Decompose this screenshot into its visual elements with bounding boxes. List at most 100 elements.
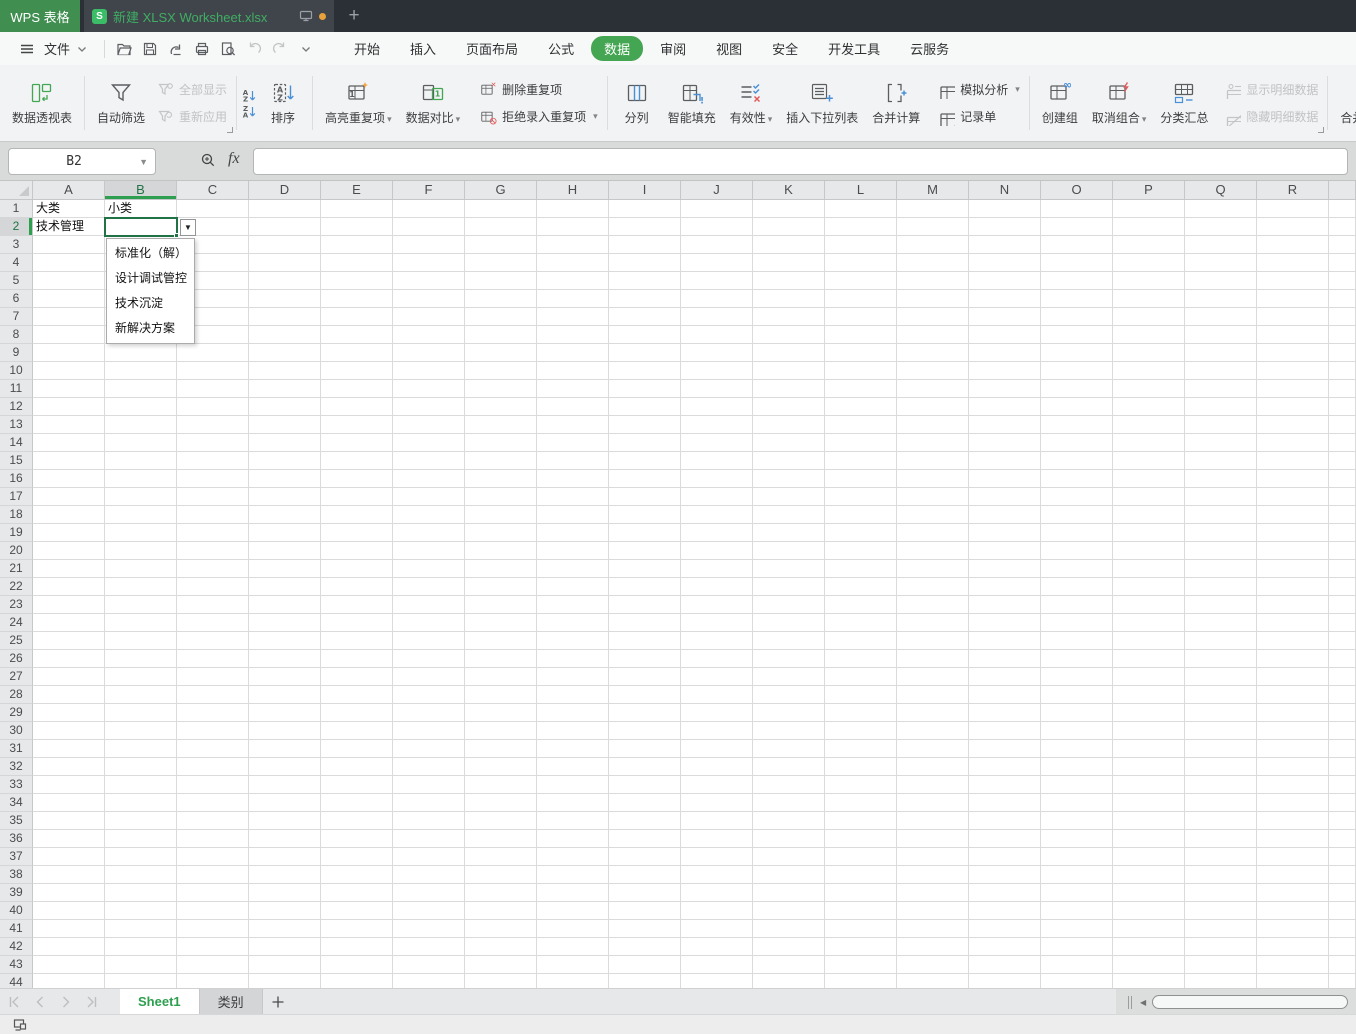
- cell-partial[interactable]: [1329, 866, 1356, 884]
- cell-E15[interactable]: [321, 452, 393, 470]
- cell-N21[interactable]: [969, 560, 1041, 578]
- cell-J10[interactable]: [681, 362, 753, 380]
- cell-partial[interactable]: [1329, 200, 1356, 218]
- cell-A36[interactable]: [33, 830, 105, 848]
- cell-F24[interactable]: [393, 614, 465, 632]
- cell-A41[interactable]: [33, 920, 105, 938]
- row-header-9[interactable]: 9: [0, 344, 33, 362]
- cell-K32[interactable]: [753, 758, 825, 776]
- cell-G13[interactable]: [465, 416, 537, 434]
- column-header-M[interactable]: M: [897, 181, 969, 200]
- cell-A22[interactable]: [33, 578, 105, 596]
- cell-C41[interactable]: [177, 920, 249, 938]
- cell-M43[interactable]: [897, 956, 969, 974]
- cell-L12[interactable]: [825, 398, 897, 416]
- cell-C29[interactable]: [177, 704, 249, 722]
- cell-Q25[interactable]: [1185, 632, 1257, 650]
- cell-P3[interactable]: [1113, 236, 1185, 254]
- cell-I32[interactable]: [609, 758, 681, 776]
- cell-K9[interactable]: [753, 344, 825, 362]
- cell-F18[interactable]: [393, 506, 465, 524]
- column-header-K[interactable]: K: [753, 181, 825, 200]
- cell-L34[interactable]: [825, 794, 897, 812]
- first-sheet-icon[interactable]: [6, 994, 22, 1010]
- cell-O24[interactable]: [1041, 614, 1113, 632]
- cell-P13[interactable]: [1113, 416, 1185, 434]
- cell-partial[interactable]: [1329, 470, 1356, 488]
- cell-B24[interactable]: [105, 614, 177, 632]
- cell-H5[interactable]: [537, 272, 609, 290]
- cell-P16[interactable]: [1113, 470, 1185, 488]
- cell-partial[interactable]: [1329, 776, 1356, 794]
- cell-M10[interactable]: [897, 362, 969, 380]
- cell-A16[interactable]: [33, 470, 105, 488]
- validation-button[interactable]: 有效性 ▾: [723, 76, 780, 130]
- cell-Q34[interactable]: [1185, 794, 1257, 812]
- cell-L30[interactable]: [825, 722, 897, 740]
- cell-partial[interactable]: [1329, 758, 1356, 776]
- cell-C25[interactable]: [177, 632, 249, 650]
- cell-C39[interactable]: [177, 884, 249, 902]
- highlight-duplicates-button[interactable]: 1 高亮重复项 ▾: [318, 76, 399, 130]
- cell-O21[interactable]: [1041, 560, 1113, 578]
- cell-D39[interactable]: [249, 884, 321, 902]
- cell-E17[interactable]: [321, 488, 393, 506]
- cell-G11[interactable]: [465, 380, 537, 398]
- cell-H37[interactable]: [537, 848, 609, 866]
- cell-J43[interactable]: [681, 956, 753, 974]
- row-header-42[interactable]: 42: [0, 938, 33, 956]
- cell-D22[interactable]: [249, 578, 321, 596]
- cell-I9[interactable]: [609, 344, 681, 362]
- cell-E9[interactable]: [321, 344, 393, 362]
- cell-C44[interactable]: [177, 974, 249, 988]
- cell-F14[interactable]: [393, 434, 465, 452]
- cell-G21[interactable]: [465, 560, 537, 578]
- customize-toolbar-chevron-icon[interactable]: [293, 37, 319, 61]
- cell-partial[interactable]: [1329, 740, 1356, 758]
- cell-A7[interactable]: [33, 308, 105, 326]
- cell-partial[interactable]: [1329, 614, 1356, 632]
- fx-icon[interactable]: fx: [228, 150, 240, 168]
- cell-C27[interactable]: [177, 668, 249, 686]
- cell-O38[interactable]: [1041, 866, 1113, 884]
- cell-M14[interactable]: [897, 434, 969, 452]
- cell-J34[interactable]: [681, 794, 753, 812]
- cell-I38[interactable]: [609, 866, 681, 884]
- cell-Q31[interactable]: [1185, 740, 1257, 758]
- cell-K38[interactable]: [753, 866, 825, 884]
- dropdown-item-1[interactable]: 标准化（解）: [107, 241, 194, 266]
- cell-G20[interactable]: [465, 542, 537, 560]
- row-header-40[interactable]: 40: [0, 902, 33, 920]
- cell-M34[interactable]: [897, 794, 969, 812]
- cell-O22[interactable]: [1041, 578, 1113, 596]
- cell-Q18[interactable]: [1185, 506, 1257, 524]
- cell-D23[interactable]: [249, 596, 321, 614]
- cell-partial[interactable]: [1329, 236, 1356, 254]
- document-tab[interactable]: S 新建 XLSX Worksheet.xlsx: [84, 0, 334, 32]
- cell-N14[interactable]: [969, 434, 1041, 452]
- row-header-3[interactable]: 3: [0, 236, 33, 254]
- cell-M7[interactable]: [897, 308, 969, 326]
- cell-L21[interactable]: [825, 560, 897, 578]
- cell-D17[interactable]: [249, 488, 321, 506]
- cell-P20[interactable]: [1113, 542, 1185, 560]
- cell-partial[interactable]: [1329, 524, 1356, 542]
- cell-K42[interactable]: [753, 938, 825, 956]
- cell-F40[interactable]: [393, 902, 465, 920]
- cell-Q28[interactable]: [1185, 686, 1257, 704]
- cell-A4[interactable]: [33, 254, 105, 272]
- cell-B13[interactable]: [105, 416, 177, 434]
- cell-G5[interactable]: [465, 272, 537, 290]
- cell-M22[interactable]: [897, 578, 969, 596]
- cell-H3[interactable]: [537, 236, 609, 254]
- open-file-icon[interactable]: [111, 37, 137, 61]
- cell-R35[interactable]: [1257, 812, 1329, 830]
- cell-Q1[interactable]: [1185, 200, 1257, 218]
- cell-O41[interactable]: [1041, 920, 1113, 938]
- cell-R17[interactable]: [1257, 488, 1329, 506]
- cell-Q27[interactable]: [1185, 668, 1257, 686]
- cell-L4[interactable]: [825, 254, 897, 272]
- cell-H28[interactable]: [537, 686, 609, 704]
- cell-K13[interactable]: [753, 416, 825, 434]
- cell-R6[interactable]: [1257, 290, 1329, 308]
